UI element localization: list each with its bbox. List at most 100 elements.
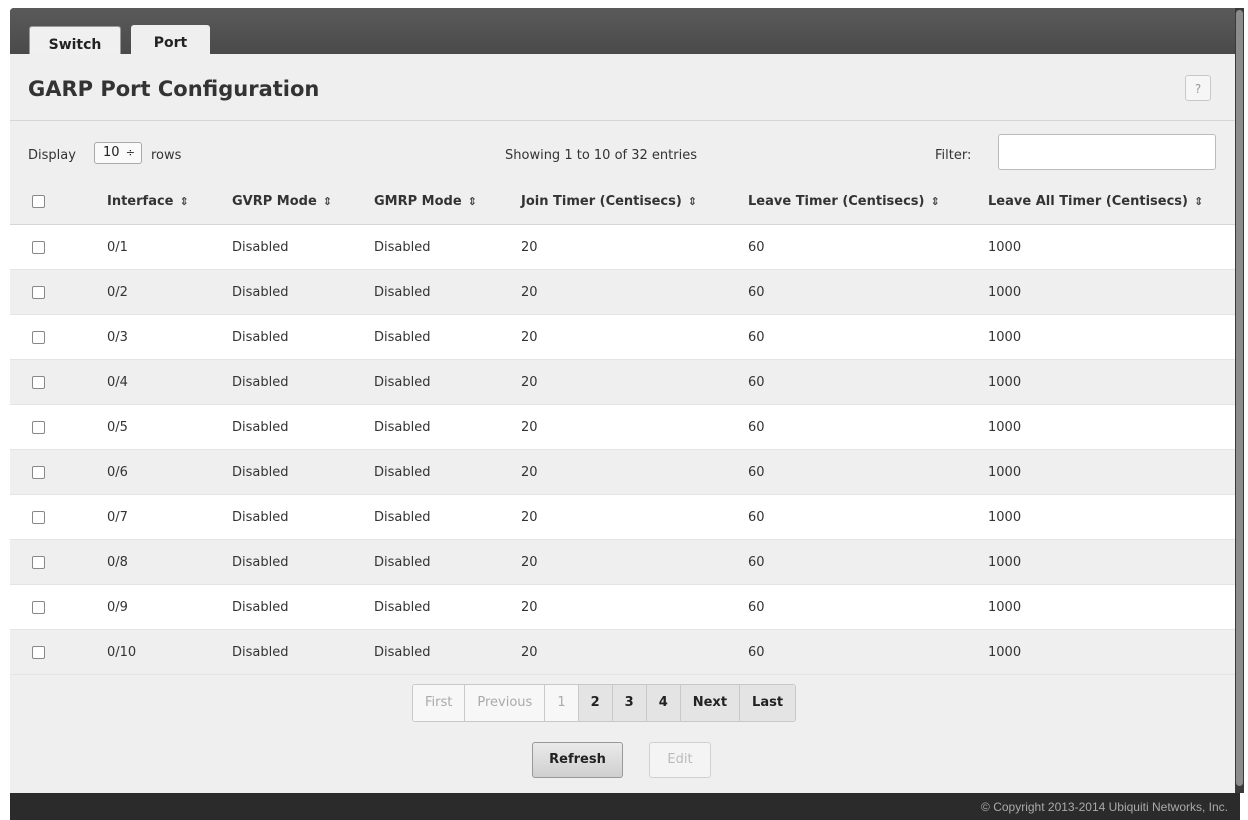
row-select-cell xyxy=(10,629,107,675)
page-2-button[interactable]: 2 xyxy=(578,685,613,721)
join-timer-cell: 20 xyxy=(521,269,748,315)
gvrp-mode-cell: Disabled xyxy=(232,314,374,360)
filter-input[interactable] xyxy=(998,134,1216,170)
row-checkbox[interactable] xyxy=(32,600,45,614)
row-checkbox[interactable] xyxy=(32,465,45,479)
sort-icon: ⇕ xyxy=(1193,194,1204,208)
select-all-cell xyxy=(10,178,107,225)
row-checkbox[interactable] xyxy=(32,555,45,569)
gmrp-mode-cell: Disabled xyxy=(374,224,521,270)
next-page-button[interactable]: Next xyxy=(680,685,741,721)
row-checkbox[interactable] xyxy=(32,240,45,254)
row-checkbox[interactable] xyxy=(32,285,45,299)
table-row[interactable]: 0/2 Disabled Disabled 20 60 1000 xyxy=(10,269,1235,315)
gmrp-mode-cell: Disabled xyxy=(374,269,521,315)
entries-info: Showing 1 to 10 of 32 entries xyxy=(505,148,697,163)
interface-cell: 0/1 xyxy=(107,224,232,270)
gvrp-mode-cell: Disabled xyxy=(232,224,374,270)
join-timer-cell: 20 xyxy=(521,494,748,540)
help-button[interactable]: ? xyxy=(1185,75,1211,101)
rows-per-page-select[interactable]: 10 ÷ xyxy=(94,142,142,164)
leave-all-timer-cell: 1000 xyxy=(988,629,1235,675)
row-checkbox[interactable] xyxy=(32,420,45,434)
table-row[interactable]: 0/7 Disabled Disabled 20 60 1000 xyxy=(10,494,1235,540)
leave-all-timer-cell: 1000 xyxy=(988,539,1235,585)
refresh-button[interactable]: Refresh xyxy=(532,742,623,778)
leave-all-timer-cell: 1000 xyxy=(988,584,1235,630)
gvrp-mode-cell: Disabled xyxy=(232,404,374,450)
gvrp-mode-cell: Disabled xyxy=(232,269,374,315)
leave-all-timer-cell: 1000 xyxy=(988,359,1235,405)
gmrp-mode-cell: Disabled xyxy=(374,359,521,405)
row-checkbox[interactable] xyxy=(32,375,45,389)
gvrp-mode-cell: Disabled xyxy=(232,449,374,495)
table-row[interactable]: 0/3 Disabled Disabled 20 60 1000 xyxy=(10,314,1235,360)
page-title: GARP Port Configuration xyxy=(28,77,320,101)
tab-bar: Switch Port xyxy=(10,8,1235,63)
page-3-button[interactable]: 3 xyxy=(612,685,647,721)
gmrp-mode-cell: Disabled xyxy=(374,494,521,540)
gvrp-mode-cell: Disabled xyxy=(232,584,374,630)
scrollbar-thumb[interactable] xyxy=(1236,10,1243,786)
table-row[interactable]: 0/10 Disabled Disabled 20 60 1000 xyxy=(10,629,1235,675)
column-header-gvrp-mode[interactable]: GVRP Mode ⇕ xyxy=(232,178,374,225)
last-page-button[interactable]: Last xyxy=(740,685,796,721)
column-header-join-timer[interactable]: Join Timer (Centisecs) ⇕ xyxy=(521,178,748,225)
join-timer-cell: 20 xyxy=(521,539,748,585)
table-row[interactable]: 0/4 Disabled Disabled 20 60 1000 xyxy=(10,359,1235,405)
row-select-cell xyxy=(10,404,107,450)
join-timer-cell: 20 xyxy=(521,584,748,630)
gmrp-mode-cell: Disabled xyxy=(374,404,521,450)
table-row[interactable]: 0/5 Disabled Disabled 20 60 1000 xyxy=(10,404,1235,450)
column-label: Leave All Timer (Centisecs) xyxy=(988,193,1188,209)
leave-all-timer-cell: 1000 xyxy=(988,269,1235,315)
row-checkbox[interactable] xyxy=(32,645,45,659)
gmrp-mode-cell: Disabled xyxy=(374,629,521,675)
interface-cell: 0/10 xyxy=(107,629,232,675)
interface-cell: 0/4 xyxy=(107,359,232,405)
row-checkbox[interactable] xyxy=(32,510,45,524)
leave-all-timer-cell: 1000 xyxy=(988,449,1235,495)
join-timer-cell: 20 xyxy=(521,629,748,675)
leave-timer-cell: 60 xyxy=(748,449,988,495)
interface-cell: 0/5 xyxy=(107,404,232,450)
table-row[interactable]: 0/1 Disabled Disabled 20 60 1000 xyxy=(10,224,1235,270)
leave-timer-cell: 60 xyxy=(748,314,988,360)
leave-timer-cell: 60 xyxy=(748,224,988,270)
scrollbar[interactable] xyxy=(1235,8,1244,793)
leave-all-timer-cell: 1000 xyxy=(988,494,1235,540)
table-row[interactable]: 0/8 Disabled Disabled 20 60 1000 xyxy=(10,539,1235,585)
leave-all-timer-cell: 1000 xyxy=(988,404,1235,450)
pagination: First Previous 1 2 3 4 Next Last xyxy=(412,684,797,722)
garp-port-table: Interface ⇕ GVRP Mode ⇕ GMRP Mode ⇕ Join Ti… xyxy=(10,178,1235,675)
gvrp-mode-cell: Disabled xyxy=(232,539,374,585)
column-header-gmrp-mode[interactable]: GMRP Mode ⇕ xyxy=(374,178,521,225)
gvrp-mode-cell: Disabled xyxy=(232,359,374,405)
column-label: Leave Timer (Centisecs) xyxy=(748,193,925,209)
table-row[interactable]: 0/6 Disabled Disabled 20 60 1000 xyxy=(10,449,1235,495)
previous-page-button[interactable]: Previous xyxy=(465,685,546,721)
row-select-cell xyxy=(10,269,107,315)
sort-icon: ⇕ xyxy=(179,194,189,208)
page-4-button[interactable]: 4 xyxy=(646,685,681,721)
row-select-cell xyxy=(10,314,107,360)
interface-cell: 0/2 xyxy=(107,269,232,315)
display-label: Display xyxy=(28,148,76,163)
first-page-button[interactable]: First xyxy=(413,685,466,721)
divider xyxy=(10,120,1235,121)
column-label: Join Timer (Centisecs) xyxy=(521,193,682,209)
select-all-checkbox[interactable] xyxy=(32,194,45,208)
page-1-button[interactable]: 1 xyxy=(545,685,579,721)
leave-timer-cell: 60 xyxy=(748,629,988,675)
table-row[interactable]: 0/9 Disabled Disabled 20 60 1000 xyxy=(10,584,1235,630)
leave-timer-cell: 60 xyxy=(748,269,988,315)
row-select-cell xyxy=(10,584,107,630)
column-label: Interface xyxy=(107,193,174,209)
column-header-leave-all-timer[interactable]: Leave All Timer (Centisecs) ⇕ xyxy=(988,178,1235,225)
row-checkbox[interactable] xyxy=(32,330,45,344)
join-timer-cell: 20 xyxy=(521,224,748,270)
edit-button[interactable]: Edit xyxy=(649,742,711,778)
column-header-interface[interactable]: Interface ⇕ xyxy=(107,178,232,225)
row-select-cell xyxy=(10,359,107,405)
column-header-leave-timer[interactable]: Leave Timer (Centisecs) ⇕ xyxy=(748,178,988,225)
